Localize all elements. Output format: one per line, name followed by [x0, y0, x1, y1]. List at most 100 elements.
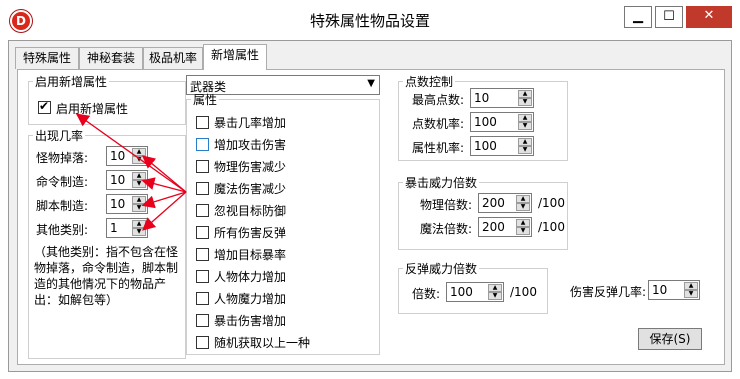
- spin-down-icon[interactable]: ▼: [132, 228, 146, 236]
- settings-window: D 特殊属性物品设置 ▁ ☐ ✕ 特殊属性 神秘套装 极品机率 新增属性 启用新…: [0, 0, 740, 379]
- tab-mystery-set[interactable]: 神秘套装: [79, 47, 143, 69]
- attribute-checkbox-label: 人物魔力增加: [214, 292, 287, 306]
- command-make-label: 命令制造:: [36, 175, 89, 189]
- spin-down-icon[interactable]: ▼: [516, 227, 530, 235]
- script-make-label: 脚本制造:: [36, 199, 89, 213]
- spin-down-icon[interactable]: ▼: [518, 146, 532, 154]
- attribute-checkbox[interactable]: [196, 336, 209, 349]
- spin-up-icon[interactable]: ▲: [518, 138, 532, 146]
- reflect-chance-value: 10: [652, 283, 668, 297]
- reflect-chance-label: 伤害反弹几率:: [570, 285, 647, 299]
- max-points-label: 最高点数:: [412, 93, 465, 107]
- attr-chance-spinner[interactable]: 100 ▲ ▼: [470, 136, 534, 156]
- spin-up-icon[interactable]: ▲: [488, 284, 502, 292]
- chance-group-legend: 出现几率: [35, 129, 84, 143]
- reflect-multiplier-spinner[interactable]: 100 ▲ ▼: [446, 282, 504, 302]
- reflect-multiplier-value: 100: [450, 285, 473, 299]
- enable-group: 启用新增属性: [28, 73, 186, 125]
- physical-multiplier-spinner[interactable]: 200 ▲ ▼: [478, 193, 532, 213]
- attribute-checkbox-label: 人物体力增加: [214, 270, 287, 284]
- spin-up-icon[interactable]: ▲: [518, 114, 532, 122]
- other-type-label: 其他类别:: [36, 223, 89, 237]
- spin-up-icon[interactable]: ▲: [132, 220, 146, 228]
- tab-special-attributes[interactable]: 特殊属性: [15, 47, 79, 69]
- attr-chance-value: 100: [474, 139, 497, 153]
- command-make-spinner[interactable]: 10 ▲ ▼: [106, 170, 148, 190]
- max-points-spinner[interactable]: 10 ▲ ▼: [470, 88, 534, 108]
- tab-panel-new-attributes: 启用新增属性 启用新增属性 出现几率 怪物掉落: 10 ▲▼ 命令制造: 10 …: [17, 69, 725, 365]
- title-bar: D 特殊属性物品设置 ▁ ☐ ✕: [0, 0, 740, 40]
- attribute-checkbox[interactable]: [196, 226, 209, 239]
- reflect-chance-spinner[interactable]: 10 ▲ ▼: [648, 280, 700, 300]
- monster-drop-spinner[interactable]: 10 ▲ ▼: [106, 146, 148, 166]
- attribute-checkbox-label: 所有伤害反弹: [214, 226, 287, 240]
- spin-down-icon[interactable]: ▼: [518, 122, 532, 130]
- magic-multiplier-value: 200: [482, 220, 505, 234]
- script-make-value: 10: [110, 197, 126, 211]
- attribute-checkbox-label: 魔法伤害减少: [214, 182, 287, 196]
- save-button[interactable]: 保存(S): [638, 328, 702, 350]
- magic-multiplier-label: 魔法倍数:: [420, 222, 473, 236]
- points-chance-value: 100: [474, 115, 497, 129]
- reflect-multiplier-label: 倍数:: [412, 287, 441, 301]
- attribute-checkbox-label: 物理伤害减少: [214, 160, 287, 174]
- client-area: 特殊属性 神秘套装 极品机率 新增属性 启用新增属性 启用新增属性 出现几率 怪…: [8, 40, 732, 372]
- attribute-checkbox[interactable]: [196, 270, 209, 283]
- other-type-spinner[interactable]: 1 ▲ ▼: [106, 218, 148, 238]
- spin-up-icon[interactable]: ▲: [132, 196, 146, 204]
- spin-down-icon[interactable]: ▼: [684, 290, 698, 298]
- spin-down-icon[interactable]: ▼: [516, 203, 530, 211]
- attribute-checkbox[interactable]: [196, 248, 209, 261]
- attribute-checkbox[interactable]: [196, 182, 209, 195]
- minimize-button[interactable]: ▁: [624, 6, 652, 28]
- close-button[interactable]: ✕: [686, 6, 732, 28]
- spin-up-icon[interactable]: ▲: [516, 195, 530, 203]
- spin-up-icon[interactable]: ▲: [518, 90, 532, 98]
- chevron-down-icon[interactable]: ▼: [367, 78, 375, 89]
- maximize-button[interactable]: ☐: [655, 6, 683, 28]
- attribute-checkbox-label: 随机获取以上一种: [214, 336, 311, 350]
- spin-down-icon[interactable]: ▼: [132, 204, 146, 212]
- points-chance-spinner[interactable]: 100 ▲ ▼: [470, 112, 534, 132]
- other-type-note: （其他类别：指不包含在怪物掉落，命令制造，脚本制造的其他情况下的物品产出：如解包…: [34, 245, 179, 307]
- physical-multiplier-label: 物理倍数:: [420, 198, 473, 212]
- points-chance-label: 点数机率:: [412, 117, 465, 131]
- enable-checkbox[interactable]: [38, 99, 51, 114]
- spin-down-icon[interactable]: ▼: [488, 292, 502, 300]
- spin-up-icon[interactable]: ▲: [132, 172, 146, 180]
- tab-new-attributes[interactable]: 新增属性: [203, 44, 267, 70]
- physical-multiplier-value: 200: [482, 196, 505, 210]
- monster-drop-label: 怪物掉落:: [36, 151, 89, 165]
- reflect-group-legend: 反弹威力倍数: [405, 262, 478, 276]
- other-type-value: 1: [110, 221, 118, 235]
- spin-down-icon[interactable]: ▼: [132, 180, 146, 188]
- reflect-multiplier-suffix: /100: [510, 285, 537, 299]
- attr-chance-label: 属性机率:: [412, 141, 465, 155]
- attribute-checkbox-label: 暴击伤害增加: [214, 314, 287, 328]
- enable-checkbox-label: 启用新增属性: [56, 102, 129, 116]
- spin-down-icon[interactable]: ▼: [132, 156, 146, 164]
- script-make-spinner[interactable]: 10 ▲ ▼: [106, 194, 148, 214]
- attribute-checkbox[interactable]: [196, 292, 209, 305]
- crit-group-legend: 暴击威力倍数: [405, 176, 478, 190]
- attribute-group-legend: 属性: [193, 93, 218, 107]
- attribute-checkbox[interactable]: [196, 138, 209, 151]
- magic-multiplier-spinner[interactable]: 200 ▲ ▼: [478, 217, 532, 237]
- attribute-checkbox-label: 增加目标暴率: [214, 248, 287, 262]
- spin-up-icon[interactable]: ▲: [132, 148, 146, 156]
- command-make-value: 10: [110, 173, 126, 187]
- spin-up-icon[interactable]: ▲: [684, 282, 698, 290]
- attribute-checkbox[interactable]: [196, 116, 209, 129]
- attribute-checkbox-label: 忽视目标防御: [214, 204, 287, 218]
- max-points-value: 10: [474, 91, 490, 105]
- attribute-checkbox[interactable]: [196, 160, 209, 173]
- monster-drop-value: 10: [110, 149, 126, 163]
- attribute-checkbox-label: 增加攻击伤害: [214, 138, 287, 152]
- points-group-legend: 点数控制: [405, 75, 454, 89]
- attribute-checkbox[interactable]: [196, 314, 209, 327]
- attribute-checkbox-label: 暴击几率增加: [214, 116, 287, 130]
- spin-up-icon[interactable]: ▲: [516, 219, 530, 227]
- tab-premium-chance[interactable]: 极品机率: [143, 47, 203, 69]
- spin-down-icon[interactable]: ▼: [518, 98, 532, 106]
- attribute-checkbox[interactable]: [196, 204, 209, 217]
